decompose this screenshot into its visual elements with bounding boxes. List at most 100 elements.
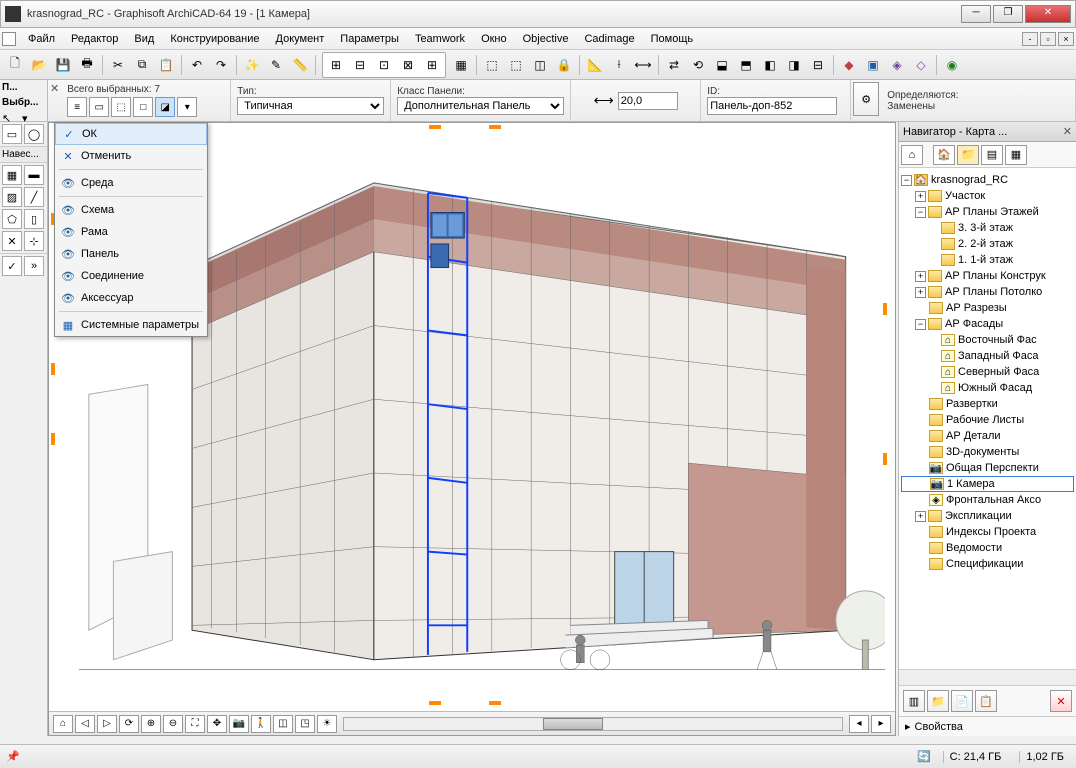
ctx-environment[interactable]: 👁Среда: [55, 172, 207, 194]
camera-icon[interactable]: 📷: [229, 715, 249, 733]
expand-props-icon[interactable]: ▸: [905, 720, 911, 733]
infobar-close-icon[interactable]: ✕: [48, 80, 61, 121]
grid-tool[interactable]: ▦: [2, 165, 22, 185]
navigator-scrollbar[interactable]: [899, 669, 1076, 685]
ctx-panel[interactable]: 👁Панель: [55, 243, 207, 265]
snap4-icon[interactable]: ⊠: [396, 54, 420, 76]
pan-icon[interactable]: ✥: [207, 715, 227, 733]
axo-icon[interactable]: ◳: [295, 715, 315, 733]
mdi-minimize-button[interactable]: -: [1022, 32, 1038, 46]
cut-icon[interactable]: ✂: [107, 54, 129, 76]
zoom-in-icon[interactable]: ⊕: [141, 715, 161, 733]
scroll-right-icon[interactable]: ▸: [871, 715, 891, 733]
horizontal-scrollbar[interactable]: [343, 717, 843, 731]
snap1-icon[interactable]: ⊞: [324, 54, 348, 76]
ctx-frame[interactable]: 👁Рама: [55, 221, 207, 243]
ungroup-icon[interactable]: ◫: [529, 54, 551, 76]
doc-menu-icon[interactable]: [2, 32, 16, 46]
wand-icon[interactable]: ✨: [241, 54, 263, 76]
zoom-out-icon[interactable]: ⊖: [163, 715, 183, 733]
save-icon[interactable]: 💾: [52, 54, 74, 76]
measure-icon[interactable]: 📐: [584, 54, 606, 76]
sel-mode3-icon[interactable]: ⬚: [111, 97, 131, 117]
done-tool[interactable]: ✓: [2, 256, 22, 276]
menu-cadimage[interactable]: Cadimage: [576, 31, 642, 47]
mdi-close-button[interactable]: ×: [1058, 32, 1074, 46]
menu-edit[interactable]: Редактор: [63, 31, 126, 47]
tool-c-icon[interactable]: ◈: [886, 54, 908, 76]
undo-icon[interactable]: ↶: [186, 54, 208, 76]
dim-icon[interactable]: ⟷: [632, 54, 654, 76]
group-icon[interactable]: ⬚: [481, 54, 503, 76]
tool-a-icon[interactable]: ◆: [838, 54, 860, 76]
zoom-fit-icon[interactable]: ⛶: [185, 715, 205, 733]
circle-marquee-tool[interactable]: ◯: [24, 124, 44, 144]
nav-delete-icon[interactable]: ✕: [1050, 690, 1072, 712]
nav-home-icon[interactable]: ⌂: [53, 715, 73, 733]
menu-view[interactable]: Вид: [126, 31, 162, 47]
status-pin-icon[interactable]: 📌: [6, 750, 20, 763]
snap3-icon[interactable]: ⊡: [372, 54, 396, 76]
rotate-icon[interactable]: ⟲: [687, 54, 709, 76]
ctx-accessory[interactable]: 👁Аксессуар: [55, 287, 207, 309]
wall-tool[interactable]: ▬: [24, 165, 44, 185]
ctx-scheme[interactable]: 👁Схема: [55, 199, 207, 221]
menu-options[interactable]: Параметры: [332, 31, 407, 47]
frame-tool[interactable]: ▯: [24, 209, 44, 229]
close-button[interactable]: ✕: [1025, 5, 1071, 23]
sel-mode1-icon[interactable]: ≡: [67, 97, 87, 117]
minimize-button[interactable]: ─: [961, 5, 991, 23]
sel-dropdown-icon[interactable]: ▾: [177, 97, 197, 117]
scroll-left-icon[interactable]: ◂: [849, 715, 869, 733]
menu-file[interactable]: Файл: [20, 31, 63, 47]
mdi-restore-button[interactable]: ▫: [1040, 32, 1056, 46]
lock-icon[interactable]: 🔒: [553, 54, 575, 76]
nav-tab-project-icon[interactable]: ⌂: [901, 145, 923, 165]
perspective-icon[interactable]: ◫: [273, 715, 293, 733]
nav-prev-icon[interactable]: ◁: [75, 715, 95, 733]
navigator-close-icon[interactable]: ✕: [1063, 125, 1072, 138]
ctx-joint[interactable]: 👁Соединение: [55, 265, 207, 287]
marquee-tool[interactable]: ▭: [2, 124, 22, 144]
new-icon[interactable]: 🗋: [4, 54, 26, 76]
ctx-system-params[interactable]: ▦Системные параметры: [55, 314, 207, 336]
nav-tab-views-icon[interactable]: 📁: [957, 145, 979, 165]
help-icon[interactable]: ◉: [941, 54, 963, 76]
status-sync-icon[interactable]: 🔄: [917, 750, 931, 763]
snap2-icon[interactable]: ⊟: [348, 54, 372, 76]
nav-orbit-icon[interactable]: ⟳: [119, 715, 139, 733]
snap5-icon[interactable]: ⊞: [420, 54, 444, 76]
align-l-icon[interactable]: ◧: [759, 54, 781, 76]
poly-tool[interactable]: ⬠: [2, 209, 22, 229]
nav-tab-publisher-icon[interactable]: ▦: [1005, 145, 1027, 165]
sel-mode2-icon[interactable]: ▭: [89, 97, 109, 117]
print-icon[interactable]: 🖶: [76, 54, 98, 76]
tool-d-icon[interactable]: ◇: [910, 54, 932, 76]
ruler-icon[interactable]: 📏: [289, 54, 311, 76]
navigator-tree[interactable]: −🏠krasnograd_RC +Участок −АР Планы Этаже…: [899, 168, 1076, 669]
copy-icon[interactable]: ⧉: [131, 54, 153, 76]
nav-btn3-icon[interactable]: 📄: [951, 690, 973, 712]
menu-help[interactable]: Помощь: [643, 31, 702, 47]
nav-btn4-icon[interactable]: 📋: [975, 690, 997, 712]
ruler2-icon[interactable]: ⟊: [608, 54, 630, 76]
menu-design[interactable]: Конструирование: [162, 31, 267, 47]
open-icon[interactable]: 📂: [28, 54, 50, 76]
chevron-tool[interactable]: »: [24, 256, 44, 276]
distribute-icon[interactable]: ⊟: [807, 54, 829, 76]
nav-next-icon[interactable]: ▷: [97, 715, 117, 733]
align-b-icon[interactable]: ⬒: [735, 54, 757, 76]
grid-icon[interactable]: ▦: [450, 54, 472, 76]
align-r-icon[interactable]: ◨: [783, 54, 805, 76]
menu-teamwork[interactable]: Teamwork: [407, 31, 473, 47]
sel-mode5-icon[interactable]: ◪: [155, 97, 175, 117]
settings-button[interactable]: ⚙: [853, 82, 879, 116]
walk-icon[interactable]: 🚶: [251, 715, 271, 733]
line-tool[interactable]: ╱: [24, 187, 44, 207]
panel-class-select[interactable]: Дополнительная Панель: [397, 97, 564, 115]
handle-tool[interactable]: ⊹: [24, 231, 44, 251]
menu-window[interactable]: Окно: [473, 31, 515, 47]
offset-input[interactable]: [618, 92, 678, 110]
nav-btn1-icon[interactable]: ▥: [903, 690, 925, 712]
id-input[interactable]: [707, 97, 837, 115]
